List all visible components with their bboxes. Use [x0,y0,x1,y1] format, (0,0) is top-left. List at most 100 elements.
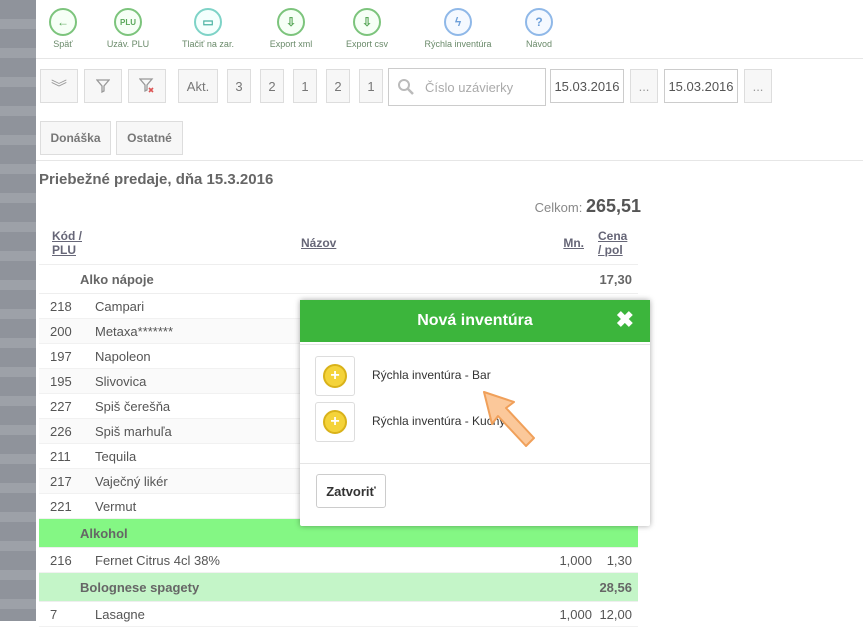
close-icon[interactable]: ✖ [616,309,634,331]
toolbar: ← Späť PLU Uzáv. PLU ▭ Tlačiť na zar. ⇩ … [36,0,863,59]
expand-button[interactable]: ︾ [40,69,78,103]
cell-kod: 226 [50,424,72,439]
back-button[interactable]: ← Späť [48,8,78,49]
header-kod[interactable]: Kód / PLU [52,229,92,257]
table-row[interactable]: 7 Lasagne 1,000 12,00 [39,602,638,627]
cell-nazov: Napoleon [95,349,151,364]
quick-inventory-label: Rýchla inventúra [424,39,492,49]
header-cena[interactable]: Cena / pol [598,229,632,257]
cell-kod: 211 [50,449,71,464]
main-panel: ← Späť PLU Uzáv. PLU ▭ Tlačiť na zar. ⇩ … [36,0,863,627]
export-csv-button[interactable]: ⇩ Export csv [340,8,394,49]
print-button[interactable]: ▭ Tlačiť na zar. [176,8,240,49]
export-csv-label: Export csv [345,39,388,49]
date-from-input[interactable]: 15.03.2016 [550,69,624,103]
export-csv-icon: ⇩ [353,8,381,36]
counter-button-2[interactable]: 2 [260,69,284,103]
quick-inventory-bar-option[interactable]: + Rýchla inventúra - Bar [315,356,635,396]
cell-cena: 1,30 [606,553,632,568]
help-label: Návod [525,39,552,49]
group-value: 17,30 [599,272,632,287]
plus-icon: + [323,410,347,434]
counter-button-4[interactable]: 2 [326,69,350,103]
new-inventory-dialog: Nová inventúra ✖ + Rýchla inventúra - Ba… [300,300,650,526]
option-label-bar: Rýchla inventúra - Bar [372,368,491,382]
total-value: 265,51 [585,196,641,216]
dialog-title: Nová inventúra [417,312,533,329]
header-nazov[interactable]: Názov [301,236,336,250]
pointer-arrow-icon [483,391,535,447]
help-icon: ? [525,8,553,36]
plu-close-label: Uzáv. PLU [106,39,150,49]
header-mn[interactable]: Mn. [563,236,584,250]
print-label: Tlačiť na zar. [182,39,234,49]
quick-inventory-kitchen-option[interactable]: + Rýchla inventúra - Kuchyňa [315,402,635,442]
page-title: Priebežné predaje, dňa 15.3.2016 [39,171,274,188]
date-to-picker-button[interactable]: ... [744,69,772,103]
cell-kod: 197 [50,349,72,364]
chevron-double-down-icon: ︾ [50,80,67,97]
cell-kod: 216 [50,553,72,568]
cell-mn: 1,000 [559,553,592,568]
back-arrow-icon: ← [49,8,77,36]
filter-bar: ︾ Akt. 3 2 1 2 1 Číslo uzávierky 15.03.2… [36,64,863,112]
export-xml-label: Export xml [269,39,313,49]
plus-icon: + [323,364,347,388]
export-xml-button[interactable]: ⇩ Export xml [264,8,318,49]
total-label: Celkom: [534,200,583,215]
group-name: Bolognese spagety [80,580,200,595]
add-bar-button[interactable]: + [315,356,355,396]
group-row: Alko nápoje 17,30 [39,265,638,294]
counter-button-1[interactable]: 3 [227,69,251,103]
cell-kod: 221 [50,499,72,514]
date-from-picker-button[interactable]: ... [630,69,658,103]
cell-nazov: Campari [95,299,145,314]
search-input[interactable]: Číslo uzávierky [388,68,546,106]
table-header: Kód / PLU Názov Mn. Cena / pol [39,222,638,265]
plu-icon: PLU [114,8,142,36]
lightning-icon: ϟ [444,8,472,36]
search-placeholder: Číslo uzávierky [425,79,514,95]
filter-button[interactable] [84,69,122,103]
cell-nazov: Spiš marhuľa [95,424,172,439]
cell-kod: 218 [50,299,72,314]
close-button[interactable]: Zatvoriť [316,474,386,508]
date-to-input[interactable]: 15.03.2016 [664,69,738,103]
cell-mn: 1,000 [559,607,592,622]
cell-nazov: Vermut [95,499,137,514]
cell-kod: 227 [50,399,72,414]
tab-donaska[interactable]: Donáška [40,121,111,155]
group-name: Alkohol [80,526,128,541]
help-button[interactable]: ? Návod [522,8,556,49]
cell-kod: 195 [50,374,72,389]
quick-inventory-button[interactable]: ϟ Rýchla inventúra [418,8,498,49]
back-label: Späť [53,39,73,49]
plu-close-button[interactable]: PLU Uzáv. PLU [100,8,156,49]
tab-ostatne[interactable]: Ostatné [116,121,183,155]
cell-nazov: Lasagne [95,607,145,622]
left-sidebar [0,0,36,621]
cell-cena: 12,00 [599,607,632,622]
add-kitchen-button[interactable]: + [315,402,355,442]
cell-kod: 217 [50,474,72,489]
counter-button-3[interactable]: 1 [293,69,317,103]
total-summary: Celkom: 265,51 [535,196,641,217]
cell-nazov: Fernet Citrus 4cl 38% [95,553,220,568]
akt-button[interactable]: Akt. [178,69,218,103]
cell-nazov: Vaječný likér [95,474,168,489]
group-name: Alko nápoje [80,272,154,287]
cell-kod: 7 [50,607,58,622]
search-icon [398,79,414,95]
dialog-header: Nová inventúra ✖ [300,300,650,342]
counter-button-5[interactable]: 1 [359,69,383,103]
group-value: 28,56 [599,580,632,595]
table-row[interactable]: 216 Fernet Citrus 4cl 38% 1,000 1,30 [39,548,638,573]
cell-nazov: Tequila [95,449,137,464]
filter-icon [96,79,110,93]
cell-nazov: Metaxa******* [95,324,174,339]
cell-nazov: Slivovica [95,374,147,389]
clear-filter-button[interactable] [128,69,166,103]
cell-nazov: Spiš čerešňa [95,399,171,414]
printer-icon: ▭ [194,8,222,36]
cell-kod: 200 [50,324,72,339]
